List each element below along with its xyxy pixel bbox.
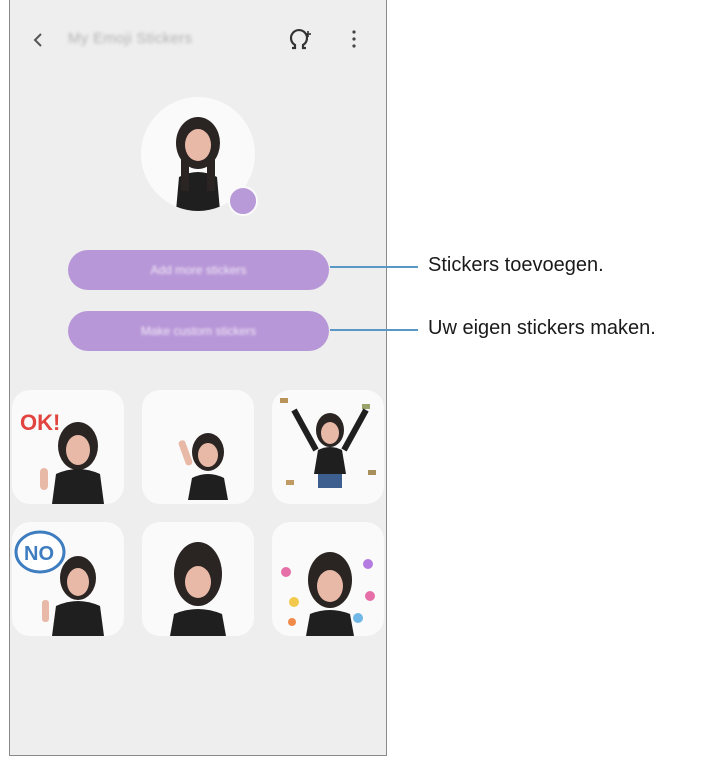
make-stickers-button[interactable]: Make custom stickers xyxy=(68,311,329,351)
sticker-thinking-art xyxy=(170,542,226,636)
sticker-celebrate[interactable] xyxy=(272,390,384,504)
edit-avatar-badge[interactable] xyxy=(228,186,258,216)
sticker-ok[interactable]: OK! xyxy=(12,390,124,504)
sticker-wave-art xyxy=(178,433,228,500)
callout-line-make xyxy=(330,329,418,331)
back-button[interactable] xyxy=(24,26,52,54)
callout-add-stickers: Stickers toevoegen. xyxy=(428,254,604,276)
top-app-bar: My Emoji Stickers xyxy=(10,0,386,80)
callout-line-add xyxy=(330,266,418,268)
chevron-left-icon xyxy=(33,33,42,47)
make-stickers-label: Make custom stickers xyxy=(140,324,257,338)
more-options-button[interactable] xyxy=(344,24,364,54)
sticker-love[interactable] xyxy=(272,522,384,636)
phone-screen: My Emoji Stickers Add more stickers Make… xyxy=(9,0,387,756)
sticker-love-art xyxy=(281,552,375,636)
sticker-no[interactable]: NO xyxy=(12,522,124,636)
page-title: My Emoji Stickers xyxy=(68,30,193,47)
sticker-ok-art: OK! xyxy=(20,410,104,504)
callout-make-stickers: Uw eigen stickers maken. xyxy=(428,317,656,339)
sticker-wave[interactable] xyxy=(142,390,254,504)
sticker-celebrate-art xyxy=(280,398,376,488)
sticker-no-label: NO xyxy=(24,543,54,565)
sticker-thinking[interactable] xyxy=(142,522,254,636)
sticker-no-art: NO xyxy=(14,530,104,636)
ar-emoji-button[interactable] xyxy=(286,24,316,54)
more-vertical-icon xyxy=(352,30,356,48)
add-stickers-button[interactable]: Add more stickers xyxy=(68,250,329,290)
add-stickers-label: Add more stickers xyxy=(150,263,247,277)
sticker-ok-label: OK! xyxy=(20,410,60,435)
ar-emoji-plus-icon xyxy=(289,28,311,50)
